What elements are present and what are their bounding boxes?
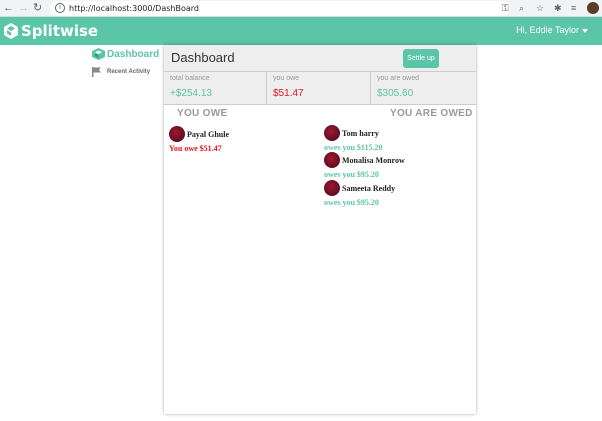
browser-toolbar: ← → ↻ i http://localhost:3000/DashBoard … <box>0 0 602 17</box>
person-name: Sameeta Reddy <box>342 183 396 193</box>
key-icon[interactable]: ⚿ <box>502 3 509 14</box>
you-are-owed-cell: you are owed $305.60 <box>371 72 476 105</box>
reading-list-icon[interactable]: ≡ <box>571 3 576 14</box>
avatar <box>324 180 340 196</box>
extensions-icon[interactable]: ✱ <box>554 3 562 14</box>
flag-icon <box>92 67 101 77</box>
greeting-text: Hi, Eddie Taylor <box>516 25 579 35</box>
caret-down-icon <box>582 28 588 33</box>
balance-summary: total balance +$254.13 you owe $51.47 yo… <box>164 72 476 105</box>
back-arrow-icon[interactable]: ← <box>3 1 14 15</box>
avatar <box>324 152 340 168</box>
address-bar[interactable]: i http://localhost:3000/DashBoard <box>50 1 510 16</box>
sidebar-item-dashboard[interactable]: Dashboard <box>92 48 159 60</box>
info-icon[interactable]: i <box>55 3 65 13</box>
owe-amount: You owe $51.47 <box>169 144 222 153</box>
user-menu[interactable]: Hi, Eddie Taylor <box>516 25 588 35</box>
zoom-icon[interactable]: ⌕ <box>519 3 524 14</box>
total-balance-label: total balance <box>170 75 210 82</box>
you-owe-value: $51.47 <box>273 88 304 99</box>
splitwise-logo-icon <box>4 23 18 39</box>
person-name: Payal Ghule <box>187 129 230 139</box>
list-item[interactable]: Payal Ghule <box>169 126 229 142</box>
you-owe-label: you owe <box>273 75 300 82</box>
total-balance-cell: total balance +$254.13 <box>164 72 267 105</box>
brand[interactable]: Splitwise <box>4 20 98 42</box>
person-name: Monalisa Monrow <box>342 155 405 165</box>
you-are-owed-heading: YOU ARE OWED <box>390 108 473 119</box>
page-title: Dashboard <box>171 50 235 65</box>
person-name: Tom harry <box>342 128 379 138</box>
star-icon[interactable]: ☆ <box>536 3 544 14</box>
forward-arrow-icon[interactable]: → <box>18 1 29 15</box>
avatar <box>324 125 340 141</box>
profile-avatar[interactable] <box>587 2 599 14</box>
reload-icon[interactable]: ↻ <box>33 1 42 15</box>
list-item[interactable]: Monalisa Monrow <box>324 152 405 168</box>
you-owe-heading: YOU OWE <box>177 108 228 119</box>
list-item[interactable]: Sameeta Reddy <box>324 180 395 196</box>
url-text: http://localhost:3000/DashBoard <box>69 4 199 13</box>
brand-name: Splitwise <box>21 22 99 40</box>
sidebar-item-recent-activity[interactable]: Recent Activity <box>92 67 150 77</box>
dashboard-card: Dashboard Settle up total balance +$254.… <box>164 45 476 414</box>
settle-up-button[interactable]: Settle up <box>403 49 439 68</box>
sidebar-item-label: Recent Activity <box>107 69 151 75</box>
dashboard-header: Dashboard Settle up <box>164 45 476 72</box>
total-balance-value: +$254.13 <box>170 88 212 99</box>
you-are-owed-value: $305.60 <box>377 88 414 99</box>
you-are-owed-label: you are owed <box>377 75 420 82</box>
owed-amount: owes you $95.20 <box>324 170 379 179</box>
you-owe-cell: you owe $51.47 <box>267 72 371 105</box>
avatar <box>169 126 185 142</box>
owed-amount: owes you $95.20 <box>324 198 379 207</box>
sidebar-item-label: Dashboard <box>107 48 160 60</box>
dashboard-logo-icon <box>92 48 105 60</box>
list-item[interactable]: Tom harry <box>324 125 379 141</box>
app-header: Splitwise Hi, Eddie Taylor <box>0 17 602 45</box>
owed-amount: owes you $115.20 <box>324 143 383 152</box>
